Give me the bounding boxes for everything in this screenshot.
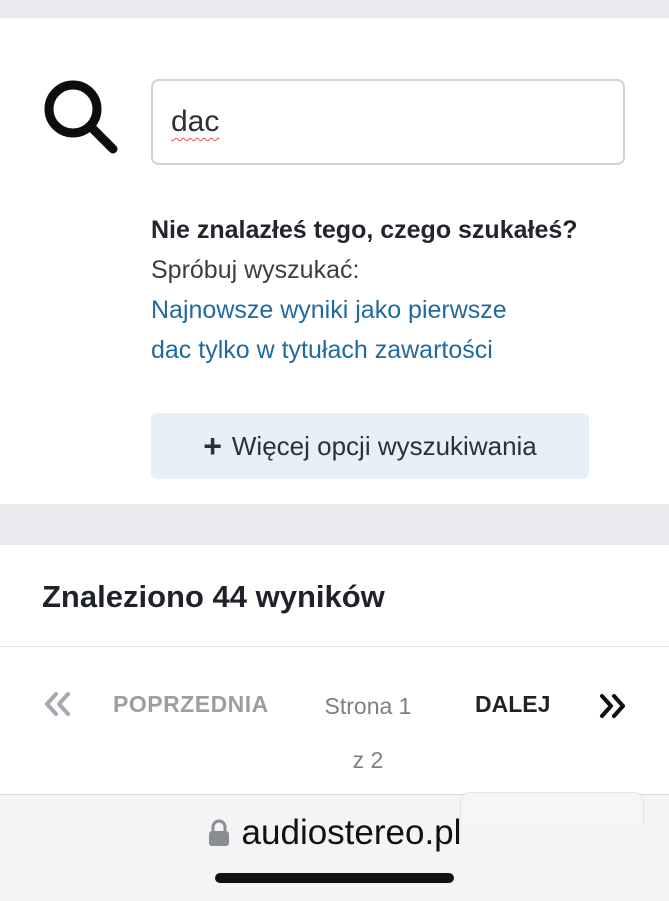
home-indicator[interactable] xyxy=(215,873,454,883)
page-indicator-line2: z 2 xyxy=(352,747,384,773)
hint-text: Spróbuj wyszukać: xyxy=(151,256,360,284)
more-search-options-label: Więcej opcji wyszukiwania xyxy=(231,430,537,461)
page-indicator-line1: Strona 1 xyxy=(324,693,412,719)
more-search-options-button[interactable]: + Więcej opcji wyszukiwania xyxy=(151,413,589,479)
lock-icon xyxy=(208,819,229,846)
titles-only-link[interactable]: dac tylko w tytułach zawartości xyxy=(151,330,621,370)
plus-icon: + xyxy=(203,428,222,464)
double-chevron-right-icon[interactable] xyxy=(596,687,628,725)
newest-results-link[interactable]: Najnowsze wyniki jako pierwsze xyxy=(151,290,621,330)
search-input[interactable]: dac xyxy=(151,79,625,165)
results-panel: Znaleziono 44 wyników POPRZEDNIA Strona … xyxy=(0,545,669,805)
results-count-title: Znaleziono 44 wyników xyxy=(42,579,385,614)
search-panel: dac Nie znalazłeś tego, czego szukałeś? … xyxy=(0,18,669,504)
url-display[interactable]: audiostereo.pl xyxy=(0,813,669,853)
divider xyxy=(0,646,669,647)
hint-bold-text: Nie znalazłeś tego, czego szukałeś? xyxy=(151,216,578,244)
search-hint: Nie znalazłeś tego, czego szukałeś? Spró… xyxy=(151,210,621,370)
next-page-button[interactable]: DALEJ xyxy=(475,691,550,718)
search-input-value: dac xyxy=(171,105,220,138)
search-icon[interactable] xyxy=(40,76,122,158)
previous-page-button[interactable]: POPRZEDNIA xyxy=(113,691,269,718)
url-text: audiostereo.pl xyxy=(241,813,462,852)
page-indicator: Strona 1 z 2 xyxy=(300,679,436,787)
double-chevron-left-icon[interactable] xyxy=(42,685,74,723)
browser-address-bar: audiostereo.pl xyxy=(0,792,669,901)
